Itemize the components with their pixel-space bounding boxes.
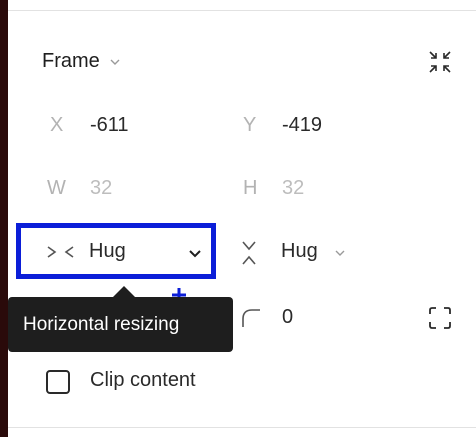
vertical-resizing-value: Hug xyxy=(281,240,318,262)
tooltip: Horizontal resizing xyxy=(8,297,233,352)
y-input[interactable]: -419 xyxy=(282,114,322,137)
vertical-resize-icon xyxy=(242,241,256,265)
vertical-resizing-dropdown[interactable]: Hug xyxy=(240,234,360,274)
tooltip-arrow xyxy=(113,286,135,297)
corner-radius-icon xyxy=(242,309,260,327)
independent-corners-icon[interactable] xyxy=(427,305,453,331)
canvas-edge xyxy=(0,0,8,437)
collapse-icon[interactable] xyxy=(426,48,454,76)
frame-section-header[interactable]: Frame xyxy=(42,50,122,73)
section-title: Frame xyxy=(42,50,100,72)
height-input[interactable]: 32 xyxy=(282,177,304,200)
horizontal-resize-icon xyxy=(47,246,74,258)
bottom-divider xyxy=(8,427,476,428)
clip-content-checkbox[interactable] xyxy=(46,370,70,394)
horizontal-resizing-dropdown[interactable]: Hug xyxy=(16,223,216,279)
y-label: Y xyxy=(243,114,257,136)
clip-content-label: Clip content xyxy=(90,369,196,391)
top-divider xyxy=(8,10,476,11)
height-label: H xyxy=(243,177,258,199)
corner-radius-input[interactable]: 0 xyxy=(282,306,293,329)
width-input[interactable]: 32 xyxy=(90,177,112,200)
chevron-down-icon xyxy=(110,59,120,65)
horizontal-resizing-value: Hug xyxy=(89,240,126,262)
x-label: X xyxy=(50,114,64,136)
x-input[interactable]: -611 xyxy=(90,114,129,137)
tooltip-text: Horizontal resizing xyxy=(23,313,180,335)
width-label: W xyxy=(47,177,66,199)
chevron-down-icon xyxy=(335,250,345,256)
chevron-down-icon xyxy=(189,250,201,258)
